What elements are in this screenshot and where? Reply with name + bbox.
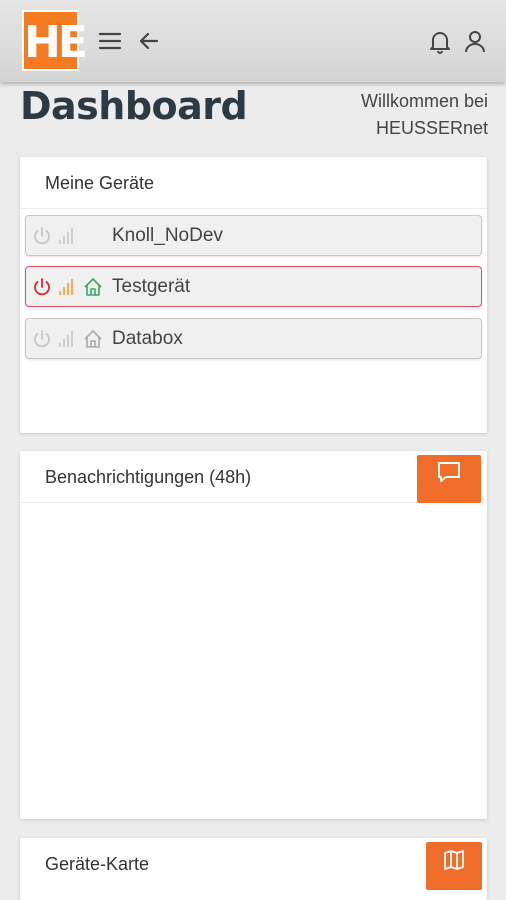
notifications-button[interactable] xyxy=(417,455,481,503)
map-card: Geräte-Karte xyxy=(20,838,487,900)
bell-icon[interactable] xyxy=(427,28,453,54)
home-icon xyxy=(82,225,104,247)
welcome-text: Willkommen bei HEUSSERnet xyxy=(288,88,488,142)
hamburger-icon[interactable] xyxy=(97,28,123,54)
map-card-header: Geräte-Karte xyxy=(20,838,487,890)
notifications-card: Benachrichtigungen (48h) xyxy=(20,451,487,819)
chat-icon xyxy=(436,453,462,505)
device-row-testgeraet[interactable]: Testgerät xyxy=(25,266,482,307)
home-icon xyxy=(82,328,104,350)
notifications-card-header: Benachrichtigungen (48h) xyxy=(20,451,487,503)
map-button[interactable] xyxy=(426,842,482,890)
home-icon xyxy=(82,276,104,298)
top-bar: HE xyxy=(0,0,506,82)
arrow-left-icon[interactable] xyxy=(136,28,162,54)
power-icon xyxy=(31,328,53,350)
power-icon xyxy=(31,225,53,247)
page-title: Dashboard xyxy=(20,84,248,128)
signal-icon xyxy=(56,225,78,247)
notifications-card-title: Benachrichtigungen (48h) xyxy=(45,467,252,487)
signal-icon xyxy=(56,328,78,350)
map-icon xyxy=(442,840,466,892)
welcome-line-1: Willkommen bei xyxy=(360,91,488,111)
device-row-databox[interactable]: Databox xyxy=(25,318,482,359)
map-card-title: Geräte-Karte xyxy=(45,854,150,874)
user-icon[interactable] xyxy=(462,28,488,54)
welcome-brand: HEUSSERnet xyxy=(375,118,488,138)
device-name: Databox xyxy=(112,328,183,349)
signal-icon xyxy=(56,276,78,298)
device-name: Knoll_NoDev xyxy=(112,225,223,246)
power-icon xyxy=(31,276,53,298)
devices-card-title: Meine Geräte xyxy=(20,157,487,209)
device-row-knoll-nodev[interactable]: Knoll_NoDev xyxy=(25,215,482,256)
devices-card: Meine Geräte Knoll_NoDev Testgerät Datab… xyxy=(20,157,487,433)
device-name: Testgerät xyxy=(112,276,191,297)
logo[interactable]: HE xyxy=(22,10,88,71)
